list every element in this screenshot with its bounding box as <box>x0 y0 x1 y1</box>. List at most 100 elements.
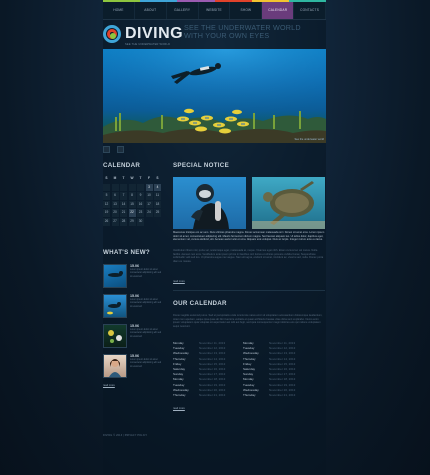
calendar-week: 19 20 21 22 23 24 25 <box>103 209 163 217</box>
calendar-day[interactable] <box>120 183 127 192</box>
calendar-day[interactable]: 23 <box>137 209 144 217</box>
calendar-day[interactable]: 24 <box>145 209 153 217</box>
calendar-day[interactable]: 19 <box>103 209 110 217</box>
hero-underwater-image <box>103 49 326 143</box>
news-item[interactable]: 15.06 Lorem ipsum dolor sit amet consect… <box>103 264 163 288</box>
slider-next-button[interactable] <box>117 146 124 153</box>
main-nav: HOME ABOUT GALLERY WEBSITE SHOW CALENDAR… <box>103 2 327 20</box>
section-divider <box>173 290 325 291</box>
calendar-day[interactable]: 7 <box>120 192 127 200</box>
schedule-list-left: Monday November 11, 2013 Tuesday November … <box>173 341 231 398</box>
calendar-day[interactable] <box>128 183 136 192</box>
news-text: Lorem ipsum dolor sit amet consectetur a… <box>130 299 162 308</box>
footer-copyright: DIVING © 2013 | PRIVACY POLICY <box>103 434 148 437</box>
weekday-label: S <box>105 176 108 180</box>
schedule-date: November 21, 2013 <box>269 393 296 398</box>
weekday-label: W <box>130 176 134 180</box>
schedule-day: Thursday <box>173 393 186 398</box>
our-calendar-intro: Donec sagittis euismod purus. Sed ut per… <box>173 314 323 328</box>
nav-item-gallery[interactable]: GALLERY <box>167 2 199 19</box>
nav-item-show[interactable]: SHOW <box>230 2 263 19</box>
hero-banner: See the underwater world <box>103 49 326 143</box>
weekday-label: F <box>148 176 150 180</box>
whats-new-more-link[interactable]: read more <box>103 384 115 387</box>
news-date: 15.06 <box>130 264 139 268</box>
nav-item-website[interactable]: WEBSITE <box>199 2 231 19</box>
calendar-day[interactable] <box>137 183 144 192</box>
calendar-day[interactable]: 17 <box>145 200 153 209</box>
news-text: Lorem ipsum dolor sit amet consectetur a… <box>130 359 162 368</box>
calendar-day[interactable] <box>111 183 119 192</box>
news-thumbnail[interactable] <box>103 294 127 318</box>
calendar-day[interactable]: 22 <box>128 209 136 217</box>
whats-new-title: WHAT'S NEW? <box>103 249 150 256</box>
news-date: 15.06 <box>130 294 139 298</box>
nav-item-home[interactable]: HOME <box>103 2 135 19</box>
news-thumbnail[interactable] <box>103 264 127 288</box>
schedule-date: November 21, 2013 <box>199 393 226 398</box>
header-slogan: SEE THE UNDERWATER WORLD WITH YOUR OWN E… <box>184 24 324 39</box>
site-logo[interactable]: DIVING SEE THE UNDERWATER WORLD <box>103 25 183 49</box>
calendar-day[interactable]: 25 <box>154 209 161 217</box>
news-date: 15.06 <box>130 354 139 358</box>
calendar-weekdays: S M T W T F S <box>103 175 163 183</box>
calendar-day <box>154 218 161 226</box>
weekday-label: T <box>122 176 125 180</box>
calendar-day[interactable]: 27 <box>111 217 119 226</box>
news-item[interactable]: 15.06 Lorem ipsum dolor sit amet consect… <box>103 294 163 318</box>
calendar-day[interactable]: 5 <box>103 192 110 200</box>
calendar-title: CALENDAR <box>103 162 141 169</box>
calendar-day[interactable]: 13 <box>111 200 119 209</box>
logo-text: DIVING <box>125 25 184 42</box>
calendar-day[interactable]: 16 <box>137 200 144 209</box>
schedule-day: Thursday <box>243 393 256 398</box>
logo-rings-icon <box>103 25 121 43</box>
schedule-row: Thursday November 21, 2013 <box>173 393 231 398</box>
our-calendar-more-link[interactable]: read more <box>173 407 185 410</box>
calendar-day[interactable]: 12 <box>103 200 110 209</box>
news-item[interactable]: 15.06 Lorem ipsum dolor sit amet consect… <box>103 354 163 378</box>
calendar-day[interactable]: 6 <box>111 192 119 200</box>
slogan-line: WITH YOUR OWN EYES <box>184 30 270 40</box>
news-thumbnail[interactable] <box>103 354 127 378</box>
notice-paragraph: Maecenas tristique ero ac sem. Duis ultr… <box>173 231 325 241</box>
calendar-day[interactable]: 30 <box>137 217 144 226</box>
nav-item-contacts[interactable]: CONTACTS <box>294 2 327 19</box>
schedule-row: Thursday November 21, 2013 <box>243 393 301 398</box>
calendar-week: 3 4 <box>103 183 163 192</box>
schedule-list-right: Monday November 11, 2013 Tuesday November … <box>243 341 301 398</box>
nav-item-calendar[interactable]: CALENDAR <box>262 2 295 19</box>
calendar-day[interactable]: 29 <box>128 217 136 226</box>
weekday-label: M <box>113 176 117 180</box>
calendar-day[interactable]: 20 <box>111 209 119 217</box>
nav-item-about[interactable]: ABOUT <box>135 2 167 19</box>
calendar-day[interactable]: 28 <box>120 217 127 226</box>
calendar-day[interactable]: 4 <box>154 183 161 192</box>
calendar-day[interactable]: 8 <box>128 192 136 200</box>
special-notice-title: SPECIAL NOTICE <box>173 162 229 169</box>
calendar-day[interactable]: 10 <box>145 192 153 200</box>
calendar-day[interactable]: 11 <box>154 192 161 200</box>
notice-more-link[interactable]: read more <box>173 280 185 283</box>
calendar-widget: S M T W T F S 3 4 5 6 7 8 9 10 11 12 13 … <box>103 175 163 227</box>
calendar-day[interactable]: 9 <box>137 192 144 200</box>
calendar-week: 26 27 28 29 30 <box>103 217 163 226</box>
calendar-day <box>146 218 153 226</box>
calendar-day[interactable]: 18 <box>154 200 161 209</box>
calendar-week: 5 6 7 8 9 10 11 <box>103 192 163 200</box>
news-item[interactable]: 15.06 Lorem ipsum dolor sit amet consect… <box>103 324 163 348</box>
calendar-day[interactable]: 15 <box>128 200 136 209</box>
slider-prev-button[interactable] <box>103 146 110 153</box>
calendar-day[interactable]: 26 <box>103 217 110 226</box>
calendar-day[interactable]: 14 <box>120 200 127 209</box>
weekday-label: S <box>156 176 159 180</box>
calendar-day[interactable]: 21 <box>120 209 127 217</box>
logo-subtitle: SEE THE UNDERWATER WORLD <box>125 43 171 46</box>
calendar-day[interactable]: 3 <box>145 183 153 192</box>
notice-photo-diver <box>173 177 246 229</box>
news-text: Lorem ipsum dolor sit amet consectetur a… <box>130 329 162 338</box>
news-thumbnail[interactable] <box>103 324 127 348</box>
calendar-day[interactable] <box>103 183 110 192</box>
hero-caption: See the underwater world <box>294 138 324 141</box>
news-date: 15.06 <box>130 324 139 328</box>
